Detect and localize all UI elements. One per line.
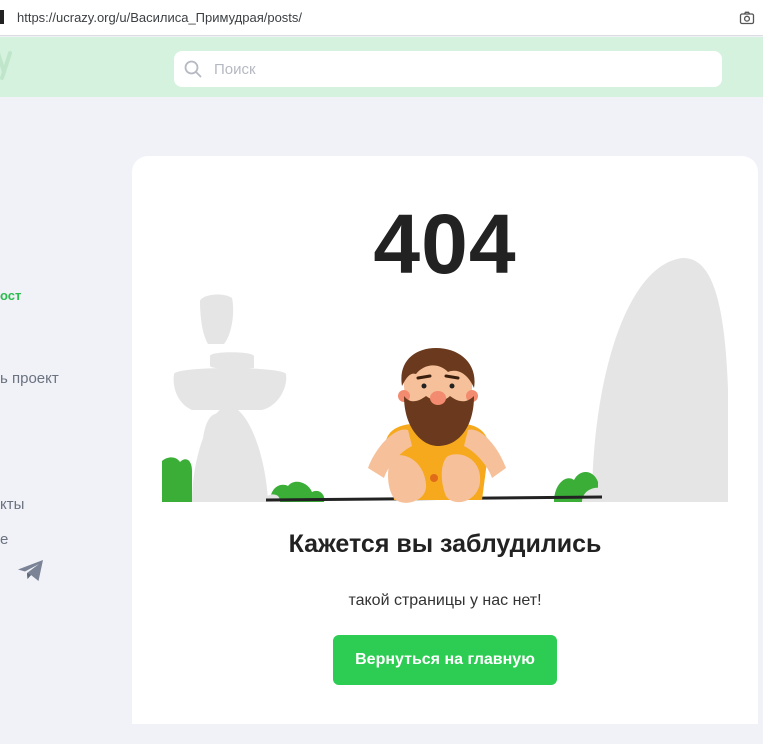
search-box[interactable] — [174, 51, 722, 87]
site-header — [0, 37, 763, 97]
sidebar-item-project[interactable]: ь проект — [0, 370, 59, 387]
sidebar-item-misc[interactable]: е — [0, 531, 8, 548]
sidebar-item-post[interactable]: ост — [0, 288, 21, 303]
error-subtitle: такой страницы у нас нет! — [348, 592, 542, 609]
sidebar-item-contacts[interactable]: кты — [0, 496, 24, 513]
error-title: Кажется вы заблудились — [288, 530, 602, 558]
caveman-illustration — [162, 257, 728, 503]
url-text[interactable]: https://ucrazy.org/u/Василиса_Примудрая/… — [17, 10, 302, 25]
back-home-button[interactable]: Вернуться на главную — [333, 635, 557, 685]
tab-fragment — [0, 10, 4, 24]
error-card: 404 Кажется вы заблудились такой страниц… — [132, 156, 758, 724]
address-bar[interactable]: https://ucrazy.org/u/Василиса_Примудрая/… — [0, 0, 763, 36]
camera-icon[interactable] — [739, 10, 755, 26]
search-icon — [184, 60, 202, 78]
search-input[interactable] — [214, 57, 704, 81]
logo-fragment[interactable] — [0, 50, 12, 80]
telegram-icon[interactable] — [17, 559, 45, 583]
